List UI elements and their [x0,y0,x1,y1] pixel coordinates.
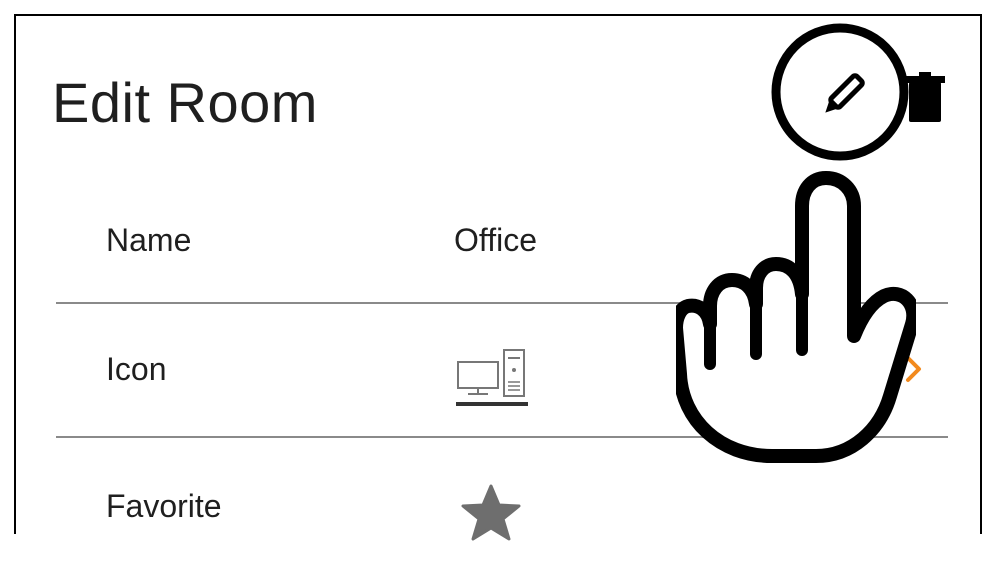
office-desk-computer-icon [456,348,528,408]
trash-icon [905,72,945,122]
name-label: Name [106,222,192,258]
favorite-label: Favorite [106,488,222,524]
delete-button[interactable] [905,72,945,124]
page-title: Edit Room [52,71,318,134]
magnifier-circle [770,22,910,162]
pointing-hand-icon [669,164,921,464]
icon-label: Icon [106,351,167,387]
star-icon[interactable] [460,484,522,542]
name-value[interactable]: Office [454,222,537,259]
